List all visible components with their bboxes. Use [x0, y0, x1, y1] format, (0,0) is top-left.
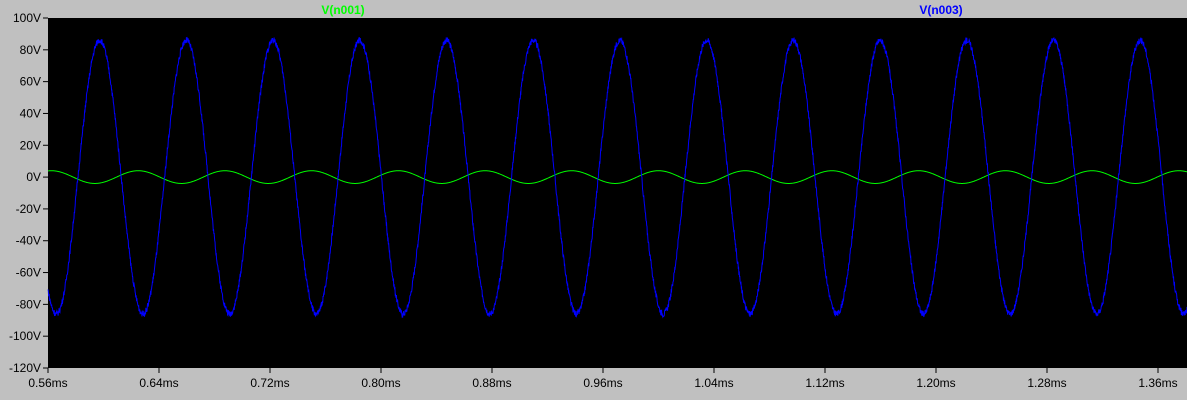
- y-tick-label: -120V: [9, 361, 41, 375]
- y-tick-label: -100V: [9, 329, 41, 343]
- x-tick-label: 1.04ms: [694, 376, 733, 390]
- waveform-plot[interactable]: 100V 80V 60V 40V 20V 0V -20V -40V -60V -80V -100V -…: [0, 0, 1187, 400]
- y-tick-label: -80V: [16, 297, 41, 311]
- legend-label-v-n001[interactable]: V(n001): [321, 3, 364, 17]
- y-tick-label: 0V: [26, 170, 41, 184]
- y-tick-label: 40V: [20, 106, 41, 120]
- x-tick-label: 0.88ms: [472, 376, 511, 390]
- legend-label-v-n003[interactable]: V(n003): [919, 3, 962, 17]
- y-tick-label: -60V: [16, 266, 41, 280]
- x-tick-label: 0.56ms: [28, 376, 67, 390]
- x-tick-label: 0.72ms: [250, 376, 289, 390]
- x-tick-label: 1.12ms: [805, 376, 844, 390]
- x-tick-label: 1.28ms: [1027, 376, 1066, 390]
- x-tick-label: 0.64ms: [139, 376, 178, 390]
- x-tick-label: 1.20ms: [916, 376, 955, 390]
- y-tick-label: 20V: [20, 138, 41, 152]
- y-tick-label: 60V: [20, 75, 41, 89]
- x-tick-label: 0.96ms: [583, 376, 622, 390]
- plot-area[interactable]: [48, 18, 1187, 368]
- x-tick-label: 0.80ms: [361, 376, 400, 390]
- x-tick-label: 1.36ms: [1138, 376, 1177, 390]
- y-tick-label: 80V: [20, 43, 41, 57]
- y-tick-label: 100V: [13, 11, 41, 25]
- y-tick-label: -40V: [16, 234, 41, 248]
- y-tick-label: -20V: [16, 202, 41, 216]
